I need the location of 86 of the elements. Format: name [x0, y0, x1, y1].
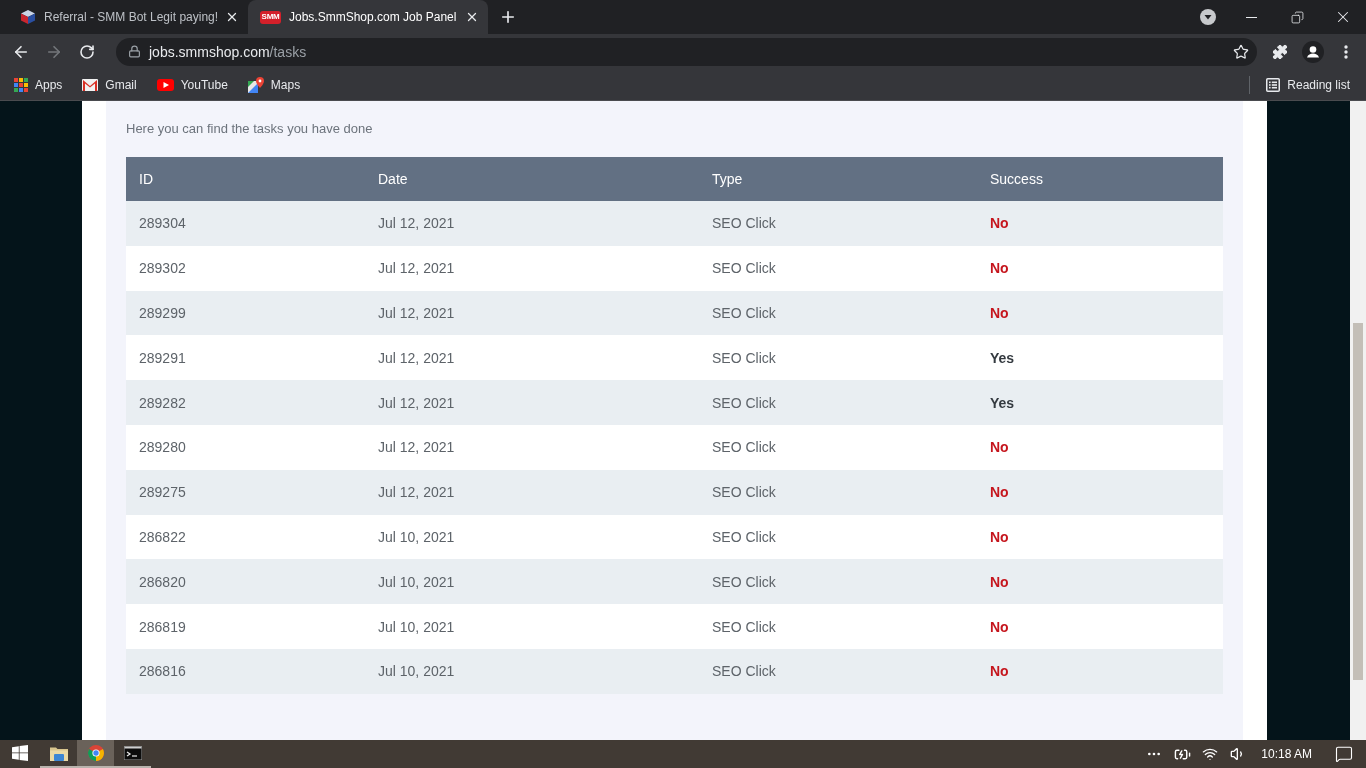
table-cell-text: 286820 — [138, 573, 186, 590]
table-cell-text: No — [989, 573, 1009, 590]
table-cell-text: SEO Click — [711, 305, 776, 321]
table-cell-text: 289280 — [138, 439, 186, 456]
minimize-icon — [1245, 16, 1257, 18]
table-cell-text: Jul 12, 2021 — [377, 215, 455, 232]
table-cell-text: SEO Click — [711, 349, 776, 366]
folder-icon — [49, 745, 68, 761]
column-header: ID — [138, 171, 154, 187]
table-cell-text: No — [989, 484, 1009, 501]
table-cell-text: No — [989, 528, 1009, 545]
table-cell-text: No — [989, 663, 1009, 680]
table-cell-text: SEO Click — [711, 260, 776, 277]
reading-list-button[interactable]: Reading list — [1258, 71, 1358, 98]
scrollbar-track[interactable] — [1350, 101, 1366, 740]
bookmark-link[interactable]: Gmail — [74, 71, 145, 98]
table-cell-text: 289304 — [138, 215, 186, 232]
table-cell-text: 289282 — [138, 394, 186, 411]
table-cell-text: Yes — [989, 349, 1015, 366]
table-cell-text: Yes — [989, 394, 1015, 411]
dropdown-icon — [1200, 9, 1216, 25]
table-cell-text: SEO Click — [711, 528, 776, 545]
menu-icon — [1344, 44, 1348, 59]
table-cell-text: SEO Click — [711, 394, 776, 411]
table-cell-text: 289299 — [138, 305, 186, 321]
close-icon — [225, 10, 239, 24]
wifi-icon — [1202, 746, 1219, 762]
bookmark-link[interactable]: YouTube — [148, 71, 236, 98]
table-cell-text: 289275 — [138, 484, 186, 501]
table-cell-text: No — [989, 260, 1009, 277]
apps-grid-icon — [14, 77, 28, 92]
play-button-icon — [156, 78, 174, 91]
table-cell-text: SEO Click — [711, 618, 776, 635]
terminal-icon — [123, 746, 142, 760]
table-cell-text: No — [989, 215, 1009, 232]
star-icon — [1233, 43, 1249, 60]
table-cell-text: 286822 — [138, 528, 186, 545]
profile-icon — [1302, 40, 1324, 63]
table-cell-text: Jul 10, 2021 — [377, 663, 455, 680]
bookmark-link[interactable]: Apps — [6, 71, 71, 98]
table-cell-text: Jul 12, 2021 — [377, 439, 455, 456]
windows-logo-icon — [12, 745, 28, 761]
table-cell-text: Jul 10, 2021 — [377, 528, 455, 545]
lock-icon — [128, 45, 141, 58]
close-icon — [465, 10, 479, 24]
column-header: Date — [377, 171, 409, 187]
reload-icon — [79, 43, 95, 60]
browser-icon — [87, 745, 104, 761]
reading-list-icon — [1266, 77, 1281, 92]
puzzle-icon — [1272, 43, 1288, 60]
envelope-icon — [82, 78, 99, 91]
table-cell-text: Jul 10, 2021 — [377, 573, 455, 590]
table-cell-text: Jul 10, 2021 — [377, 618, 455, 635]
page-subtitle: Here you can find the tasks you have done — [126, 120, 374, 138]
table-cell-text: Jul 12, 2021 — [377, 394, 455, 411]
table-cell-text: SEO Click — [711, 215, 776, 232]
table-cell-text: SEO Click — [711, 439, 776, 456]
address-bar[interactable]: jobs.smmshop.com/tasks — [116, 37, 1257, 66]
clock-text[interactable]: 10:18 AM — [1255, 747, 1322, 761]
table-cell-text: SEO Click — [711, 573, 776, 590]
restore-icon — [1290, 10, 1304, 24]
table-cell-text: SEO Click — [711, 484, 776, 501]
url-text: jobs.smmshop.com/tasks — [149, 43, 308, 60]
map-pin-icon — [247, 76, 264, 93]
table-cell-text: No — [989, 439, 1009, 456]
table-cell-text: No — [989, 305, 1009, 321]
plus-icon — [499, 8, 517, 26]
cube-icon — [20, 9, 36, 25]
site-logo: SMM — [260, 10, 281, 24]
speech-bubble-icon — [1335, 745, 1353, 763]
table-cell-text: Jul 12, 2021 — [377, 349, 455, 366]
table-cell-text: 286819 — [138, 618, 186, 635]
column-header: Type — [711, 171, 744, 187]
table-cell-text: SEO Click — [711, 663, 776, 680]
table-cell-text: 289291 — [138, 349, 186, 366]
table-cell-text: 286816 — [138, 663, 186, 680]
browser-tab[interactable]: Referral - SMM Bot Legit paying! — [8, 0, 248, 34]
table-cell-text: 289302 — [138, 260, 186, 277]
table-cell-text: No — [989, 618, 1009, 635]
table-cell-text: Jul 12, 2021 — [377, 260, 455, 277]
scrollbar-thumb[interactable] — [1353, 323, 1363, 680]
column-header: Success — [989, 171, 1044, 187]
bookmark-link[interactable]: Maps — [239, 71, 309, 98]
table-cell-text: Jul 12, 2021 — [377, 305, 455, 321]
table-cell-text: Jul 12, 2021 — [377, 484, 455, 501]
browser-tab[interactable]: SMM Jobs.SmmShop.com Job Panel — [248, 0, 488, 34]
